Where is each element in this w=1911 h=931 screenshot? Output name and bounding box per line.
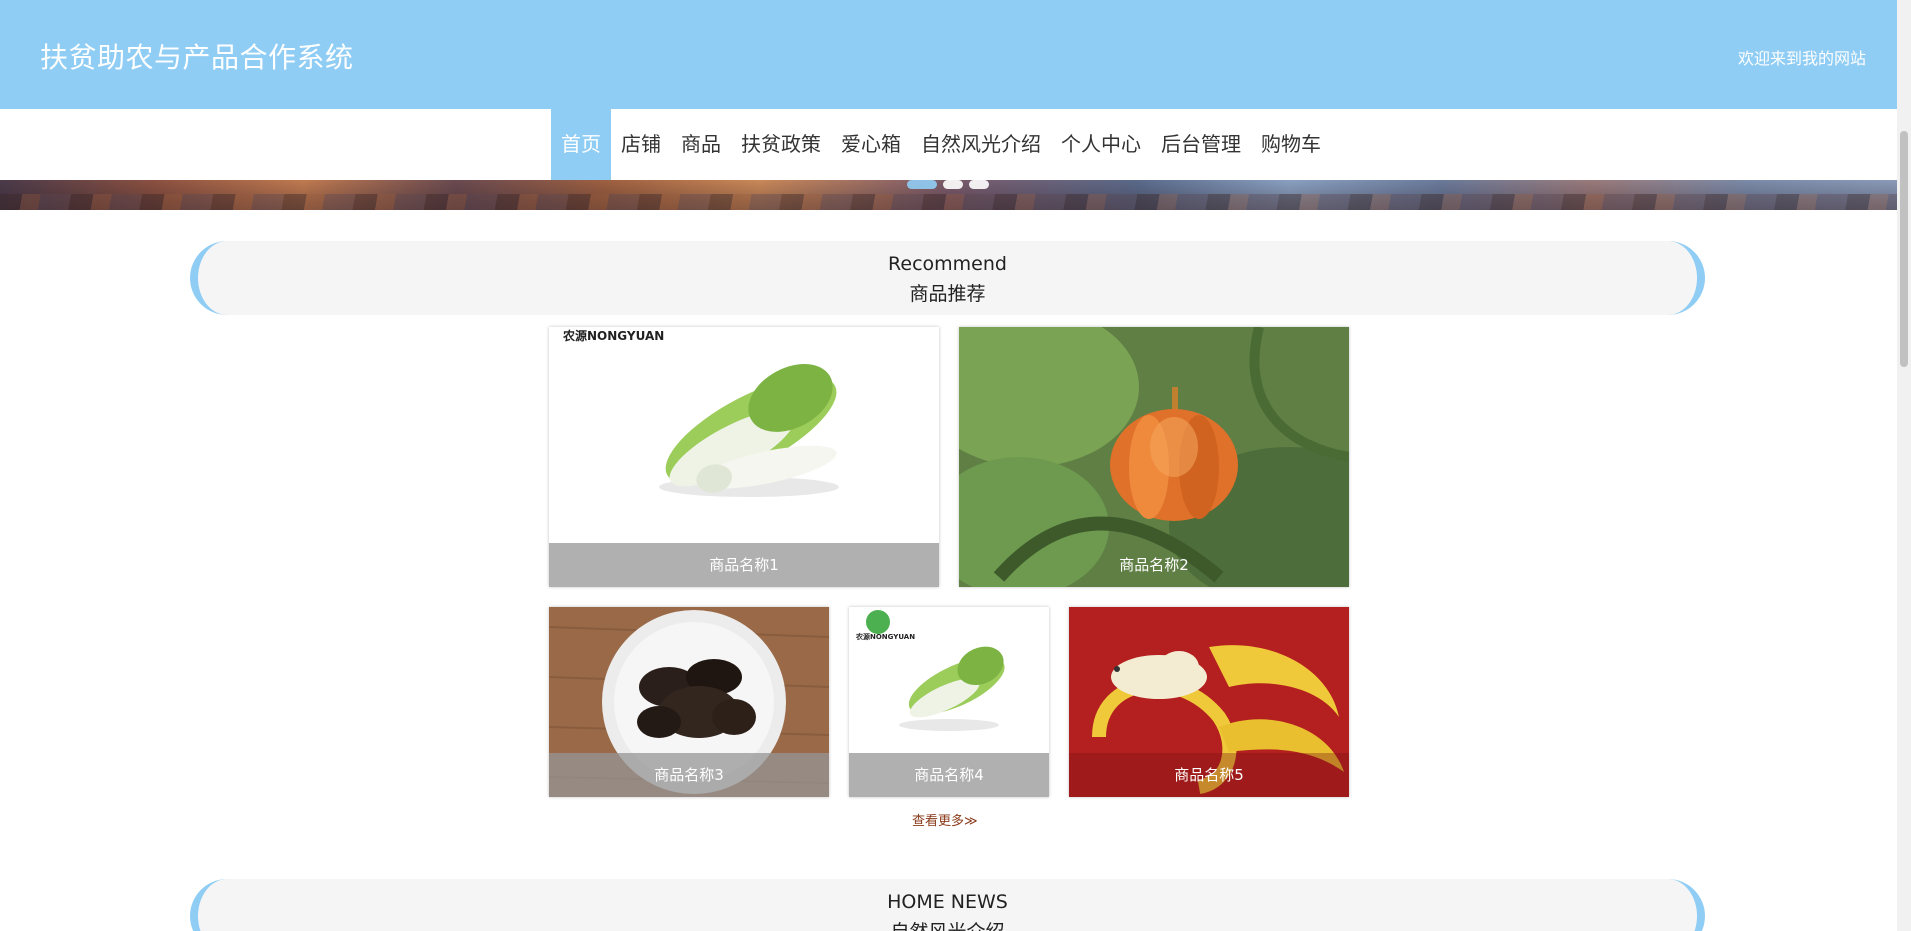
news-section-header: HOME NEWS 自然风光介绍 [190,879,1705,931]
nav-item-scenery[interactable]: 自然风光介绍 [911,109,1051,180]
product-card-5[interactable]: 商品名称5 [1069,607,1349,797]
nav-item-products[interactable]: 商品 [671,109,731,180]
page-scrollbar[interactable] [1897,0,1911,931]
carousel-dot-1[interactable] [907,180,937,189]
product-name-1: 商品名称1 [549,543,939,587]
carousel-dot-3[interactable] [969,180,989,189]
nav-item-poverty-policy[interactable]: 扶贫政策 [731,109,831,180]
product-card-4[interactable]: 农源NONGYUAN 商品名称4 [849,607,1049,797]
carousel-dot-2[interactable] [943,180,963,189]
site-title: 扶贫助农与产品合作系统 [40,41,354,74]
page: 扶贫助农与产品合作系统 欢迎来到我的网站 首页 店铺 商品 扶贫政策 爱心箱 自… [0,0,1897,931]
nav-item-profile[interactable]: 个人中心 [1051,109,1151,180]
product-name-4: 商品名称4 [849,753,1049,797]
product-card-2[interactable]: 商品名称2 [959,327,1349,587]
product-card-1[interactable]: 农源NONGYUAN 商品名称1 [549,327,939,587]
recommend-section-header: Recommend 商品推荐 [190,241,1705,315]
brand-mark-1: 农源NONGYUAN [563,329,665,343]
recommend-title-en: Recommend [888,253,1007,275]
nav-item-home[interactable]: 首页 [551,109,611,180]
product-name-5: 商品名称5 [1069,753,1349,797]
view-more-link[interactable]: 查看更多≫ [912,810,978,829]
product-name-3: 商品名称3 [549,753,829,797]
recommend-title-cn: 商品推荐 [909,283,986,305]
news-title-en: HOME NEWS [887,891,1008,913]
main-nav: 首页 店铺 商品 扶贫政策 爱心箱 自然风光介绍 个人中心 后台管理 购物车 [0,109,1897,180]
product-card-3[interactable]: 商品名称3 [549,607,829,797]
product-name-2: 商品名称2 [1119,556,1189,574]
nav-item-love-box[interactable]: 爱心箱 [831,109,911,180]
nav-item-cart[interactable]: 购物车 [1251,109,1331,180]
carousel-indicators [907,180,989,189]
site-header: 扶贫助农与产品合作系统 欢迎来到我的网站 [0,0,1897,109]
scrollbar-thumb[interactable] [1900,131,1908,367]
nav-item-shops[interactable]: 店铺 [611,109,671,180]
brand-mark-4: 农源NONGYUAN [856,633,916,641]
news-title-cn: 自然风光介绍 [198,917,1697,931]
welcome-text: 欢迎来到我的网站 [1737,49,1866,68]
nav-item-admin[interactable]: 后台管理 [1151,109,1251,180]
